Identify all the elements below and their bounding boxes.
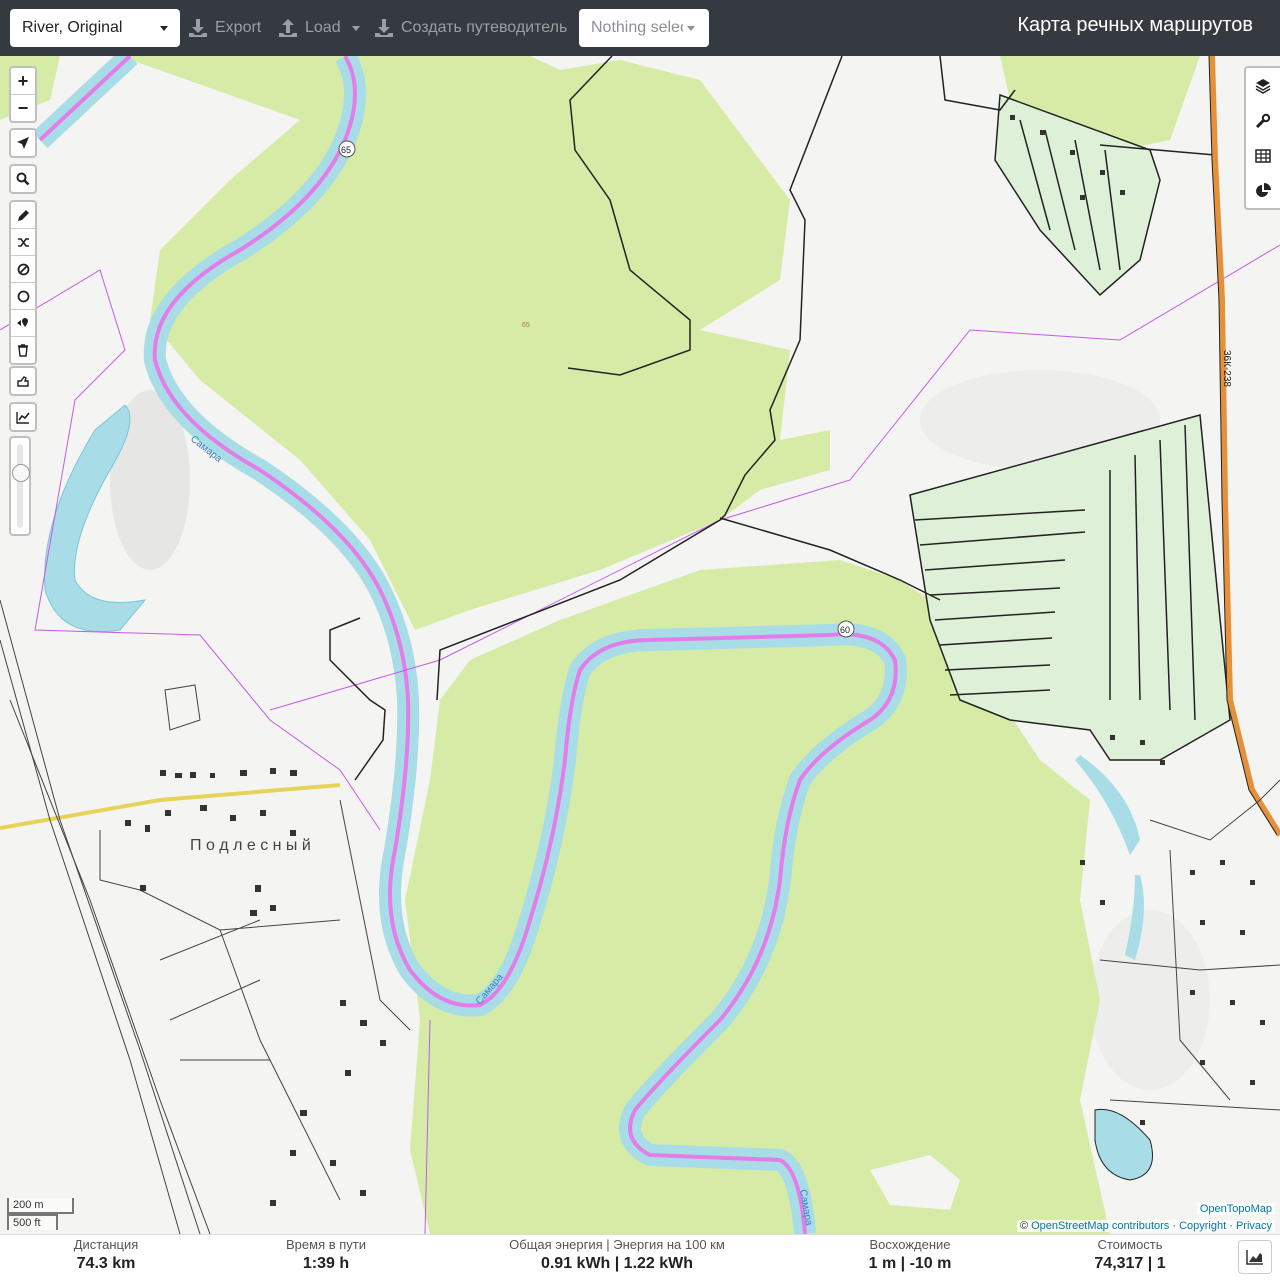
zoom-control: + − <box>9 66 37 123</box>
slider-handle[interactable] <box>12 464 30 482</box>
ban-icon <box>17 263 29 275</box>
right-control-panel <box>1244 66 1280 210</box>
transit-control <box>9 366 37 396</box>
stat-value: 1:39 h <box>302 1255 350 1272</box>
reverse-route-button[interactable] <box>11 229 35 256</box>
zoom-out-button[interactable]: − <box>11 95 35 121</box>
chevron-down-icon <box>351 25 360 31</box>
no-go-area-button[interactable] <box>11 256 35 283</box>
draw-route-button[interactable] <box>11 202 35 229</box>
create-guide-label: Создать путеводитель <box>401 19 568 36</box>
stat-label: Стоимость <box>1097 1237 1163 1252</box>
download-icon <box>189 19 207 37</box>
stat-label: Восхождение <box>869 1237 951 1252</box>
table-button[interactable] <box>1246 138 1280 173</box>
elevation-control <box>9 402 37 432</box>
circle-icon <box>17 290 29 302</box>
privacy-link[interactable]: Privacy <box>1236 1220 1272 1232</box>
stat-label: Дистанция <box>73 1237 139 1252</box>
circle-button[interactable] <box>11 283 35 310</box>
stat-value: 74.3 km <box>76 1255 136 1272</box>
wrench-icon <box>1255 113 1271 128</box>
elevation-toggle-button[interactable] <box>1238 1240 1272 1274</box>
km-marker-label: 60 <box>840 625 850 635</box>
village-label: П о д л е с н ы й <box>190 837 311 854</box>
stat-ascent: Восхождение 1 m | -10 m <box>850 1237 970 1275</box>
hand-pointer-icon <box>17 375 29 387</box>
transit-button[interactable] <box>11 368 35 394</box>
stat-label: Время в пути <box>286 1237 366 1252</box>
table-icon <box>1255 148 1271 163</box>
shuffle-icon <box>17 237 29 247</box>
trash-icon <box>18 343 28 357</box>
slider-track <box>17 444 23 528</box>
delete-route-button[interactable] <box>11 337 35 363</box>
stat-distance: Дистанция 74.3 km <box>56 1237 156 1275</box>
line-chart-icon <box>16 411 30 424</box>
area-chart-icon <box>1246 1250 1263 1265</box>
poi-button[interactable] <box>11 310 35 337</box>
layers-button[interactable] <box>1246 68 1280 103</box>
routing-profile-value: River, Original <box>22 19 123 36</box>
stat-label: Общая энергия | Энергия на 100 км <box>509 1237 725 1252</box>
selection-value: Nothing selected <box>591 19 683 36</box>
search-control <box>9 164 37 194</box>
map-marker-icon <box>17 317 28 327</box>
pie-chart-icon <box>1256 182 1271 197</box>
export-button[interactable]: Export <box>188 14 261 42</box>
locate-button[interactable] <box>11 130 35 156</box>
load-label: Load <box>305 19 341 36</box>
layers-icon <box>1255 78 1271 94</box>
route-stats-bar: Дистанция 74.3 km Время в пути 1:39 h Об… <box>0 1234 1280 1281</box>
chevron-down-icon <box>687 26 695 31</box>
pencil-icon <box>17 209 29 221</box>
zoom-in-button[interactable]: + <box>11 68 35 95</box>
export-label: Export <box>215 19 262 36</box>
location-arrow-icon <box>17 137 29 149</box>
locate-control <box>9 128 37 158</box>
upload-icon <box>279 19 297 37</box>
routing-profile-select[interactable]: River, Original <box>10 9 180 47</box>
osm-link[interactable]: OpenStreetMap contributors <box>1031 1220 1169 1232</box>
chevron-down-icon <box>160 26 168 31</box>
stat-value: 0.91 kWh | 1.22 kWh <box>540 1255 694 1272</box>
scale-metric: 200 m <box>7 1198 74 1214</box>
download-icon <box>375 19 393 37</box>
scale-imperial: 500 ft <box>7 1214 58 1230</box>
map-attribution: © OpenStreetMap contributors · Copyright… <box>1016 1220 1275 1232</box>
search-button[interactable] <box>11 166 35 192</box>
settings-button[interactable] <box>1246 103 1280 138</box>
scale-bar: 200 m 500 ft <box>7 1198 74 1230</box>
km-marker-label: 65 <box>341 145 351 155</box>
search-icon <box>16 172 30 186</box>
app-title: Карта речных маршрутов <box>1017 14 1253 36</box>
stat-value: 1 m | -10 m <box>868 1255 952 1272</box>
top-navbar: River, Original Export Load Создать путе… <box>0 0 1280 56</box>
stat-cost: Стоимость 74,317 | 1 <box>1080 1237 1180 1275</box>
map-canvas[interactable]: Самара Самара Самара П о д л е с н ы й 3… <box>0 56 1280 1234</box>
stat-travel-time: Время в пути 1:39 h <box>266 1237 386 1275</box>
create-guide-button[interactable]: Создать путеводитель <box>374 14 567 42</box>
elevation-chart-button[interactable] <box>11 404 35 430</box>
stat-value: 74,317 | 1 <box>1094 1255 1166 1272</box>
attribution-separator: · <box>1169 1220 1180 1232</box>
opacity-slider[interactable] <box>9 436 31 536</box>
stat-energy: Общая энергия | Энергия на 100 км 0.91 k… <box>487 1237 747 1275</box>
statistics-button[interactable] <box>1246 173 1280 208</box>
load-button[interactable]: Load <box>278 14 360 42</box>
copyright-link[interactable]: Copyright <box>1179 1220 1226 1232</box>
map-layer: Самара Самара Самара П о д л е с н ы й 3… <box>0 56 1280 1234</box>
contour-label: 65 <box>522 322 530 329</box>
tile-attribution-link[interactable]: OpenTopoMap <box>1196 1203 1275 1215</box>
draw-toolbar <box>9 200 37 365</box>
selection-dropdown[interactable]: Nothing selected <box>579 9 709 47</box>
road-label: 36К-238 <box>1221 350 1232 387</box>
